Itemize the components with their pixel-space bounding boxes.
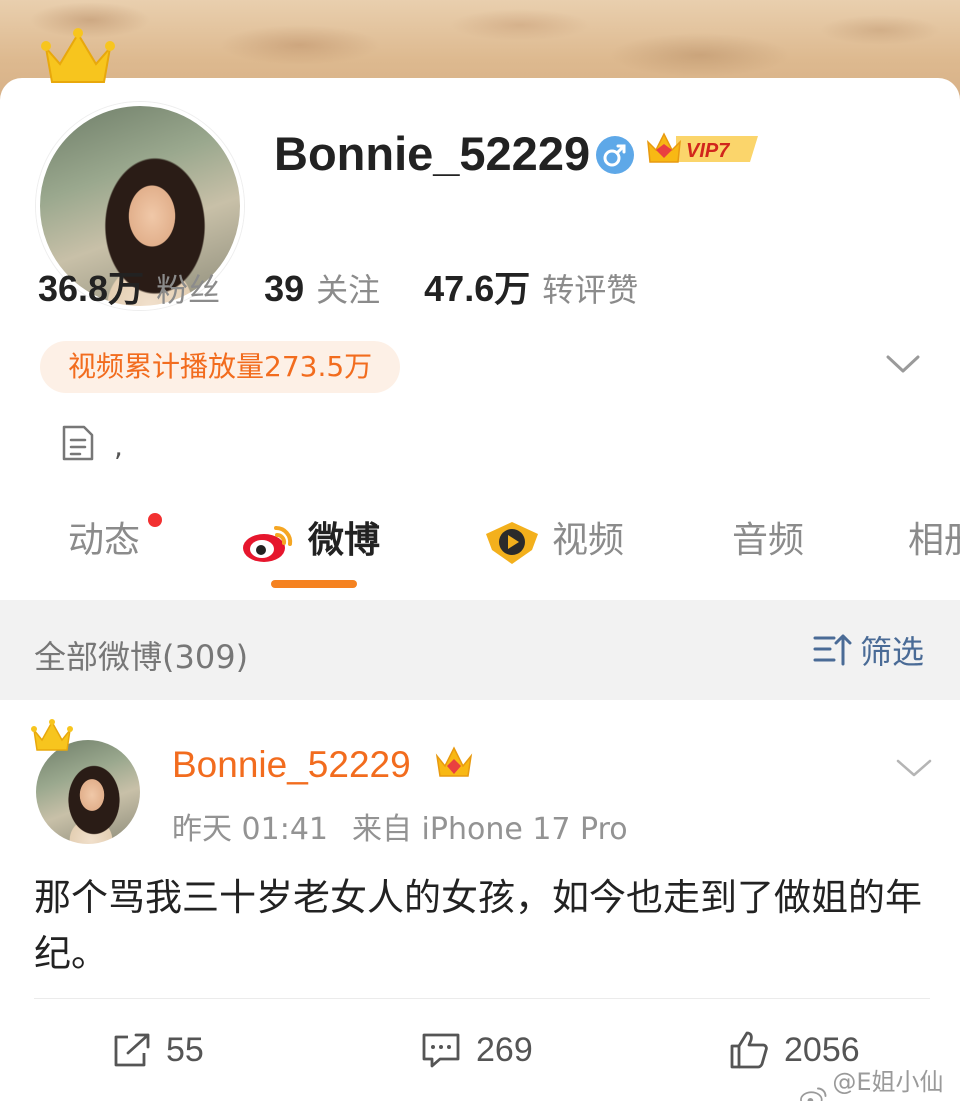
chevron-down-icon[interactable] — [884, 352, 922, 376]
active-tab-indicator — [271, 580, 357, 588]
vip-badge[interactable]: VIP7 — [646, 128, 762, 174]
repost-button[interactable]: 55 — [112, 1030, 204, 1070]
followers-count[interactable]: 36.8万 — [38, 260, 144, 312]
chevron-down-icon[interactable] — [894, 756, 934, 780]
weibo-logo-icon — [800, 1087, 827, 1101]
post-source: 来自 iPhone 17 Pro — [352, 812, 628, 847]
vip-crown-icon — [435, 746, 473, 777]
comment-count: 269 — [476, 1030, 533, 1069]
post-author-name[interactable]: Bonnie_52229 — [172, 744, 411, 786]
male-gender-icon — [596, 136, 634, 174]
repost-count: 55 — [166, 1030, 204, 1069]
crown-icon — [31, 719, 73, 751]
profile-stats: 36.8万 粉丝 39 关注 47.6万 转评赞 — [38, 260, 682, 311]
tab-weibo[interactable]: 微博 — [308, 518, 380, 564]
thumbs-up-icon — [730, 1031, 768, 1069]
engagement-label[interactable]: 转评赞 — [542, 265, 638, 311]
comment-button[interactable]: 269 — [420, 1030, 533, 1070]
comment-icon — [422, 1033, 460, 1068]
tab-feed[interactable]: 动态 — [68, 518, 140, 564]
profile-tabs: 动态 微博 视频 音频 相册 — [0, 488, 960, 600]
following-label[interactable]: 关注 — [316, 265, 380, 311]
watermark-text: @E姐小仙女 — [832, 1068, 944, 1096]
post-timestamp: 昨天 01:41 — [172, 812, 328, 847]
following-count[interactable]: 39 — [264, 268, 304, 310]
filter-bar: 全部微博(309) 筛选 — [0, 600, 960, 700]
crown-icon — [41, 28, 115, 83]
video-channel-icon — [486, 522, 538, 564]
tab-audio[interactable]: 音频 — [732, 518, 804, 564]
post-avatar-container[interactable] — [30, 718, 140, 844]
filter-sort-icon — [813, 634, 852, 666]
document-icon — [62, 425, 94, 461]
post-count-title: 全部微博(309) — [34, 638, 249, 676]
tab-video[interactable]: 视频 — [552, 518, 624, 564]
watermark: @E姐小仙女 — [800, 1062, 960, 1101]
avatar[interactable] — [36, 740, 140, 844]
post-meta: 昨天 01:41 来自 iPhone 17 Pro — [172, 804, 628, 848]
engagement-count[interactable]: 47.6万 — [424, 260, 530, 312]
vip-crown-icon: VIP7 — [647, 132, 758, 163]
share-icon — [114, 1033, 150, 1067]
post-content: 那个骂我三十岁老女人的女孩，如今也走到了做姐的年纪。 — [34, 876, 922, 975]
weibo-post[interactable]: Bonnie_52229 昨天 01:41 来自 iPhone 17 Pro 那个… — [0, 700, 960, 1101]
filter-label: 筛选 — [860, 633, 925, 671]
divider — [34, 998, 930, 999]
vip-level-text: VIP7 — [686, 140, 730, 162]
notification-dot — [148, 513, 162, 527]
profile-name: Bonnie_52229 — [274, 127, 591, 180]
filter-button[interactable]: 筛选 — [812, 628, 924, 672]
tab-album[interactable]: 相册 — [908, 518, 960, 564]
weibo-logo-icon — [243, 525, 293, 562]
video-play-count-badge[interactable]: 视频累计播放量273.5万 — [40, 341, 401, 393]
followers-label[interactable]: 粉丝 — [156, 265, 220, 311]
profile-bio: , — [114, 430, 123, 463]
profile-card: Bonnie_52229 VIP7 36.8万 粉丝 39 关注 47.6万 转… — [0, 28, 960, 600]
